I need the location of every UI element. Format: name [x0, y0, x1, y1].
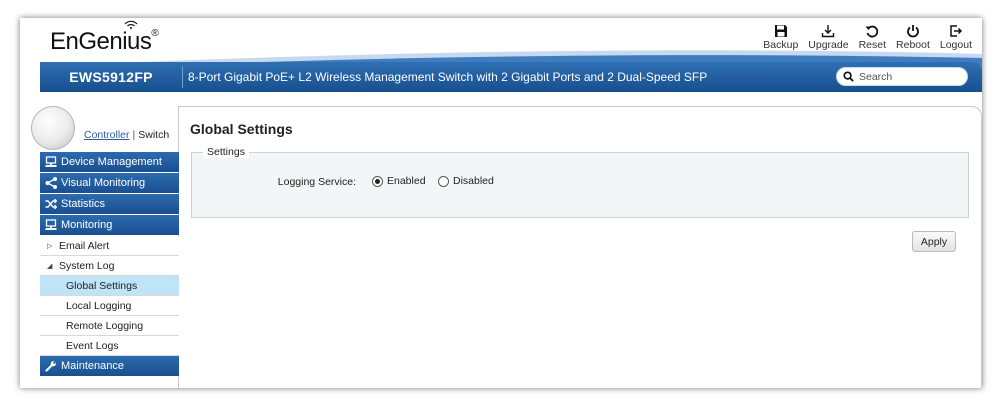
- sidebar-item-local-logging[interactable]: Local Logging: [40, 296, 179, 316]
- sidebar-item-monitoring[interactable]: Monitoring: [40, 215, 179, 235]
- wifi-logo-icon: [124, 20, 138, 29]
- logging-enabled-radio[interactable]: Enabled: [372, 175, 426, 187]
- sidebar-item-event-logs[interactable]: Event Logs: [40, 336, 179, 356]
- header: EnGenius® Backup Upgrade Reset Reboot Lo…: [20, 18, 982, 76]
- reset-label: Reset: [858, 39, 887, 51]
- reboot-button[interactable]: Reboot: [896, 24, 930, 51]
- toggle-separator: |: [132, 129, 136, 141]
- shuffle-icon: [45, 198, 57, 210]
- sidebar-item-maintenance[interactable]: Maintenance: [40, 356, 179, 376]
- power-icon: [907, 25, 919, 38]
- share-icon: [45, 177, 57, 189]
- sidebar-item-label: Remote Logging: [66, 319, 144, 332]
- sidebar-item-label: Email Alert: [59, 239, 110, 252]
- device-mode-toggle: Controller | Switch: [84, 129, 169, 141]
- settings-legend: Settings: [203, 146, 249, 158]
- backup-button[interactable]: Backup: [763, 24, 798, 51]
- settings-fieldset: Settings Logging Service: Enabled Disabl…: [191, 146, 969, 218]
- logout-label: Logout: [939, 39, 972, 51]
- sidebar-item-visual-monitoring[interactable]: Visual Monitoring: [40, 173, 179, 193]
- save-icon: [774, 25, 787, 37]
- app-window: EnGenius® Backup Upgrade Reset Reboot Lo…: [20, 18, 982, 388]
- sidebar-item-label: Statistics: [61, 198, 106, 210]
- reboot-label: Reboot: [896, 39, 930, 51]
- logging-disabled-radio[interactable]: Disabled: [438, 175, 494, 187]
- title-bar: EWS5912FP 8-Port Gigabit PoE+ L2 Wireles…: [40, 62, 982, 92]
- sidebar-item-label: Monitoring: [61, 219, 113, 231]
- page-title: Global Settings: [190, 121, 293, 137]
- apply-button[interactable]: Apply: [912, 231, 956, 252]
- sidebar-item-email-alert[interactable]: ▷ Email Alert: [40, 236, 179, 256]
- sidebar-item-label: Device Management: [61, 156, 162, 168]
- sidebar-item-system-log[interactable]: ◢ System Log: [40, 256, 179, 276]
- collapsed-arrow-icon: ▷: [47, 242, 53, 250]
- reset-button[interactable]: Reset: [859, 24, 886, 51]
- wrench-icon: [45, 361, 56, 372]
- sidebar-item-device-management[interactable]: Device Management: [40, 152, 179, 172]
- radio-unselected-icon: [438, 175, 449, 187]
- download-icon: [822, 25, 835, 38]
- search-box[interactable]: [836, 67, 968, 86]
- sidebar-item-label: System Log: [59, 259, 115, 272]
- sidebar-item-global-settings[interactable]: Global Settings: [40, 276, 179, 296]
- sidebar-item-label: Local Logging: [66, 299, 132, 312]
- switch-link[interactable]: Switch: [138, 129, 169, 141]
- header-toolbar: Backup Upgrade Reset Reboot Logout: [763, 24, 972, 51]
- device-image: [31, 106, 75, 150]
- title-divider: [182, 66, 183, 88]
- expanded-arrow-icon: ◢: [47, 262, 53, 270]
- sidebar-menu: Device Management Visual Monitoring Stat…: [40, 152, 179, 377]
- sidebar-item-label: Visual Monitoring: [61, 177, 146, 189]
- logging-service-row: Logging Service: Enabled Disabled: [192, 175, 968, 191]
- controller-link[interactable]: Controller: [84, 129, 130, 141]
- upgrade-button[interactable]: Upgrade: [808, 24, 849, 51]
- radio-label-disabled: Disabled: [453, 175, 494, 187]
- upgrade-label: Upgrade: [808, 39, 849, 51]
- radio-label-enabled: Enabled: [387, 175, 426, 187]
- device-management-icon: [45, 156, 57, 167]
- logout-button[interactable]: Logout: [940, 24, 972, 51]
- sidebar: Controller | Switch Device Management Visu…: [31, 106, 179, 388]
- sidebar-item-remote-logging[interactable]: Remote Logging: [40, 316, 179, 336]
- logging-service-label: Logging Service:: [277, 176, 356, 188]
- product-description: 8-Port Gigabit PoE+ L2 Wireless Manageme…: [188, 70, 708, 84]
- main-content: Global Settings Settings Logging Service…: [179, 106, 982, 388]
- sidebar-item-label: Event Logs: [66, 339, 119, 352]
- logout-icon: [950, 25, 962, 37]
- monitor-icon: [45, 219, 57, 230]
- sidebar-item-label: Global Settings: [66, 279, 138, 292]
- backup-label: Backup: [763, 39, 799, 51]
- radio-selected-icon: [372, 175, 383, 187]
- search-input[interactable]: [859, 70, 959, 83]
- sidebar-item-label: Maintenance: [61, 360, 124, 372]
- sidebar-item-statistics[interactable]: Statistics: [40, 194, 179, 214]
- model-name: EWS5912FP: [69, 69, 153, 85]
- reset-icon: [865, 25, 879, 38]
- search-icon: [843, 71, 854, 82]
